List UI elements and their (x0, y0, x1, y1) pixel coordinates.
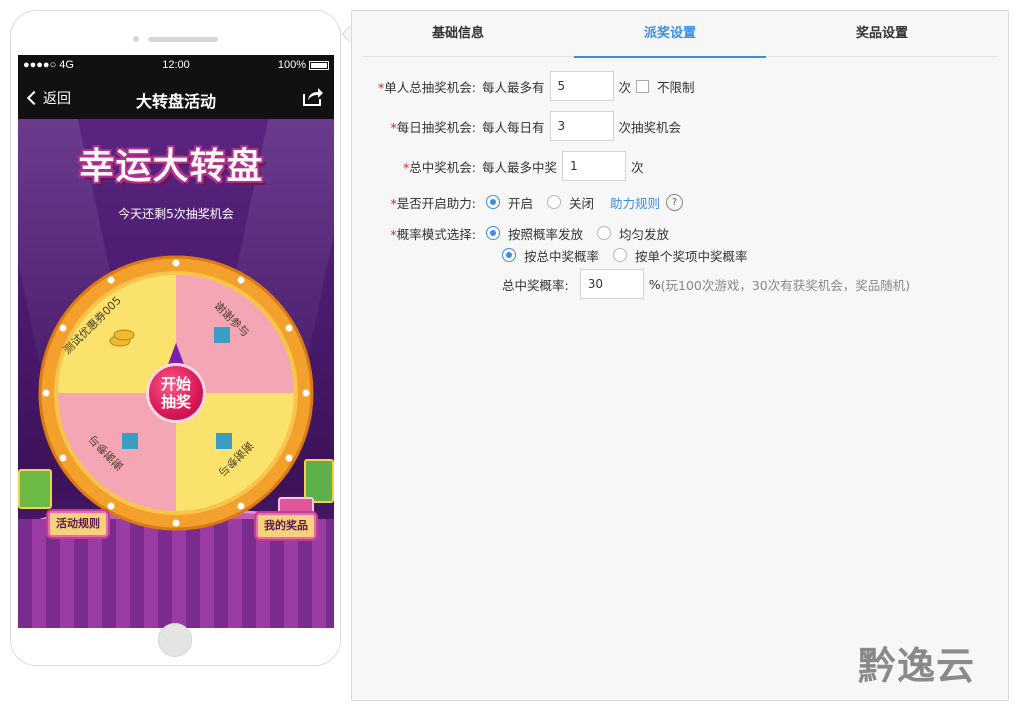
total-prob-label: 总中奖概率: (502, 277, 569, 293)
tab-bar: 基础信息 派奖设置 奖品设置 (362, 11, 998, 58)
prob-single-radio[interactable] (613, 248, 628, 262)
daily-chances-suffix: 次抽奖机会 (618, 119, 682, 135)
daily-chances-row: *每日抽奖机会: 每人每日有 3 次抽奖机会 (352, 111, 681, 141)
prize-wheel[interactable]: 测试优惠券005 谢谢参与 谢谢参与 谢谢参与 开始抽奖 (38, 255, 314, 531)
unlimited-label: 不限制 (657, 79, 695, 95)
total-prob-suffix: % (648, 276, 661, 292)
prob-single-option[interactable]: 按单个奖项中奖概率 (613, 246, 748, 265)
daily-chances-label: *每日抽奖机会: (390, 119, 476, 135)
total-prob-row: 总中奖概率: 30 % (玩100次游戏，30次有获奖机会，奖品随机) (502, 269, 910, 299)
total-wins-suffix: 次 (631, 159, 644, 175)
daily-chances-prefix: 每人每日有 (482, 119, 545, 135)
tab-prize-settings[interactable]: 奖品设置 (786, 11, 978, 57)
phone-camera (133, 36, 139, 42)
prob-even-option[interactable]: 均匀发放 (597, 224, 669, 243)
assist-on-label: 开启 (508, 195, 534, 211)
prob-total-radio[interactable] (502, 248, 516, 262)
game-logo: 幸运大转盘 (78, 146, 264, 187)
prob-by-rate-label: 按照概率发放 (508, 226, 584, 242)
total-chances-prefix: 每人最多有 (482, 79, 545, 95)
assist-off-radio[interactable] (547, 195, 562, 209)
total-wins-row: *总中奖机会: 每人最多中奖 1 次 (352, 151, 644, 181)
prob-mode-label: *概率模式选择: (390, 226, 476, 242)
total-prob-note: (玩100次游戏，30次有获奖机会，奖品随机) (660, 277, 911, 293)
assist-off-label: 关闭 (569, 195, 595, 211)
home-button (158, 623, 192, 657)
total-wins-prefix: 每人最多中奖 (482, 159, 558, 175)
prob-total-option[interactable]: 按总中奖概率 (502, 246, 599, 265)
prob-by-rate-radio[interactable] (486, 226, 500, 240)
assist-row: *是否开启助力: 开启 关闭 助力规则 ? (352, 193, 684, 212)
brand-name: 黔逸云 (858, 644, 976, 688)
phone-preview: ●●●●○ 4G 12:00 100% 返回 大转盘活动 幸运大转盘 今天还剩5… (10, 10, 341, 666)
activity-rules-button[interactable]: 活动规则 (48, 511, 108, 537)
total-wins-input[interactable]: 1 (562, 151, 627, 181)
total-chances-suffix: 次 (618, 79, 632, 95)
nav-bar: 返回 大转盘活动 (18, 77, 334, 119)
start-draw-button[interactable]: 开始抽奖 (146, 363, 206, 423)
phone-screen: ●●●●○ 4G 12:00 100% 返回 大转盘活动 幸运大转盘 今天还剩5… (18, 55, 334, 628)
assist-off-option[interactable]: 关闭 (547, 193, 594, 212)
tab-basic-info[interactable]: 基础信息 (362, 11, 554, 57)
brand-logo: 黔逸云 (858, 635, 975, 690)
prob-mode-row-2: 按总中奖概率 按单个奖项中奖概率 (488, 246, 762, 264)
prob-single-label: 按单个奖项中奖概率 (635, 248, 748, 264)
total-wins-label: *总中奖机会: (403, 159, 476, 175)
assist-on-radio[interactable] (486, 195, 500, 209)
wheel-game-area: 幸运大转盘 今天还剩5次抽奖机会 测试优惠券005 谢谢参与 谢谢参与 谢谢参与… (18, 119, 334, 628)
prob-even-radio[interactable] (597, 226, 612, 240)
battery-icon (309, 61, 329, 70)
daily-chances-input[interactable]: 3 (549, 111, 614, 141)
unlimited-checkbox[interactable] (636, 79, 650, 93)
prob-mode-row: *概率模式选择: 按照概率发放 均匀发放 (352, 224, 683, 242)
assist-label: *是否开启助力: (390, 195, 476, 211)
remaining-chances: 今天还剩5次抽奖机会 (118, 207, 234, 221)
start-draw-label: 开始抽奖 (160, 375, 191, 411)
status-bar: ●●●●○ 4G 12:00 100% (18, 55, 334, 77)
total-prob-input[interactable]: 30 (579, 269, 644, 299)
battery-percent: 100% (277, 59, 306, 71)
total-chances-row: *单人总抽奖机会: 每人最多有 5 次 不限制 (352, 71, 695, 101)
assist-rules-link[interactable]: 助力规则 (610, 193, 660, 212)
phone-speaker (148, 37, 218, 42)
share-icon[interactable] (302, 87, 324, 111)
total-chances-input[interactable]: 5 (549, 71, 614, 101)
page-title: 大转盘活动 (135, 92, 216, 111)
assist-on-option[interactable]: 开启 (486, 193, 533, 212)
prob-total-label: 按总中奖概率 (524, 248, 600, 264)
total-chances-label: *单人总抽奖机会: (378, 79, 476, 95)
settings-panel: 基础信息 派奖设置 奖品设置 *单人总抽奖机会: 每人最多有 5 次 不限制 *… (351, 10, 1009, 701)
my-prizes-button[interactable]: 我的奖品 (256, 513, 316, 539)
prob-by-rate-option[interactable]: 按照概率发放 (486, 224, 583, 243)
tab-prize-distribution[interactable]: 派奖设置 (574, 11, 766, 58)
help-icon[interactable]: ? (666, 193, 684, 211)
prob-even-label: 均匀发放 (619, 226, 670, 242)
